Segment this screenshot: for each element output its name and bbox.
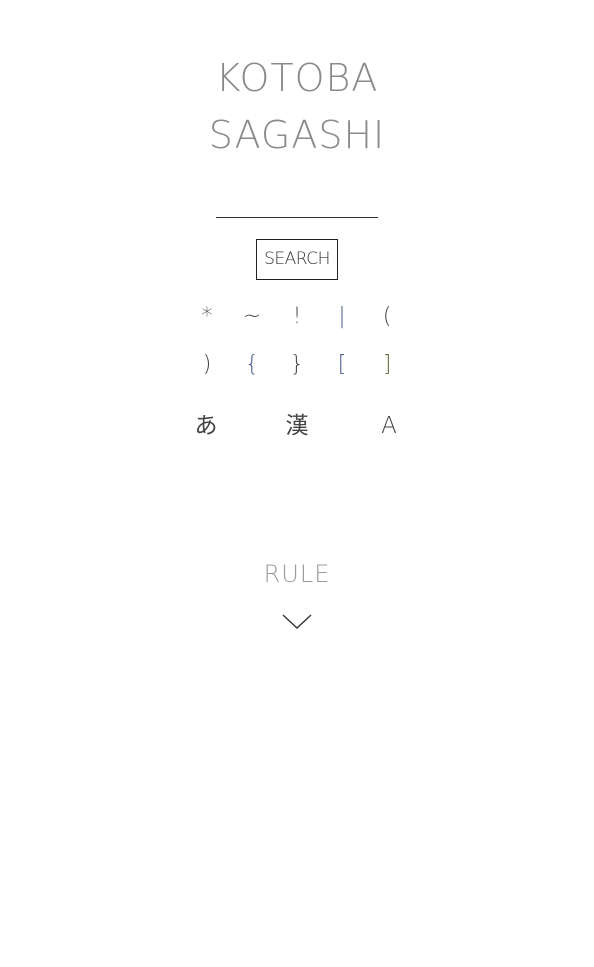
search-button[interactable]: SEARCH xyxy=(256,239,338,280)
symbol-key-asterisk[interactable]: * xyxy=(192,302,222,332)
symbol-key-tilde[interactable]: ~ xyxy=(237,302,267,332)
mode-hiragana[interactable]: あ xyxy=(186,411,226,441)
symbol-key-open-brace[interactable]: { xyxy=(237,350,267,380)
symbol-key-exclamation[interactable]: ! xyxy=(282,302,312,332)
symbol-key-open-bracket[interactable]: [ xyxy=(327,350,357,380)
search-input[interactable] xyxy=(216,196,378,218)
title-line-2: SAGASHI xyxy=(208,113,386,157)
symbol-key-close-paren[interactable]: ) xyxy=(192,350,222,380)
title-line-1: KOTOBA xyxy=(215,56,379,100)
symbol-key-open-paren[interactable]: ( xyxy=(372,302,402,332)
symbol-key-close-bracket[interactable]: ] xyxy=(372,350,402,380)
rule-heading: RULE xyxy=(263,560,331,588)
chevron-down-icon[interactable] xyxy=(282,610,312,632)
symbol-key-pipe[interactable]: | xyxy=(327,302,357,332)
mode-alphabet[interactable]: A xyxy=(369,411,409,441)
symbol-key-close-brace[interactable]: } xyxy=(282,350,312,380)
mode-kanji[interactable]: 漢 xyxy=(277,411,317,441)
